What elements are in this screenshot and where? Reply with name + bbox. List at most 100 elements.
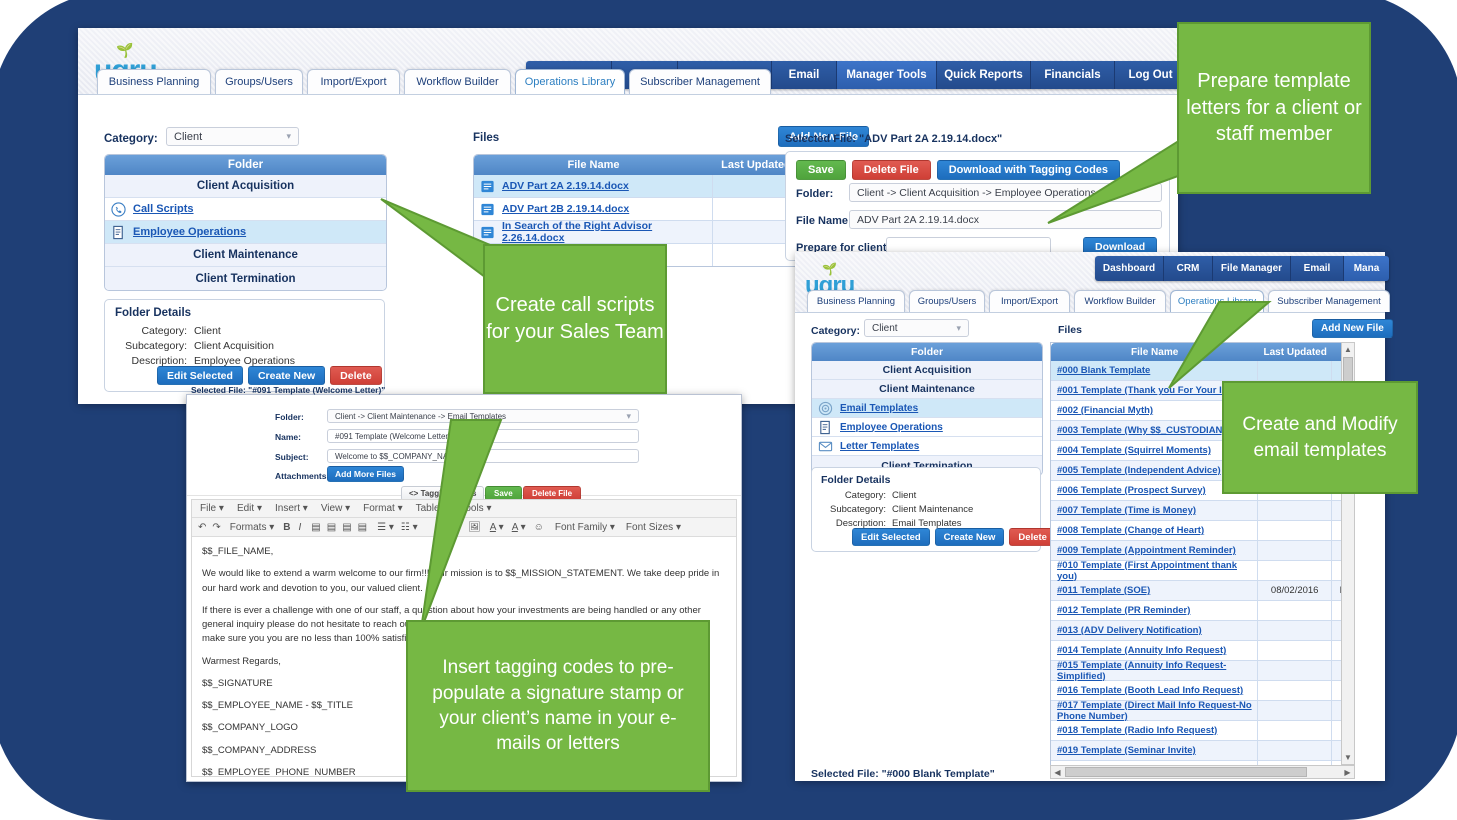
- delete-folder-button[interactable]: Delete: [1009, 528, 1056, 546]
- nav-crm[interactable]: CRM: [1164, 256, 1213, 281]
- nav-financials[interactable]: Financials: [1031, 61, 1115, 89]
- table-row[interactable]: #017 Template (Direct Mail Info Request-…: [1051, 700, 1354, 722]
- bold-button[interactable]: B: [283, 522, 290, 533]
- formats-dropdown[interactable]: Formats ▾: [230, 522, 274, 533]
- scroll-right-arrow[interactable]: ▶: [1341, 766, 1354, 778]
- file-link[interactable]: ADV Part 2B 2.19.14.docx: [502, 203, 629, 215]
- edit-selected-button[interactable]: Edit Selected: [852, 528, 930, 546]
- table-row[interactable]: #007 Template (Time is Money): [1051, 501, 1354, 521]
- scroll-thumb-h[interactable]: [1065, 767, 1307, 777]
- file-link[interactable]: ADV Part 2A 2.19.14.docx: [502, 180, 629, 192]
- table-row[interactable]: #015 Template (Annuity Info Request-Simp…: [1051, 660, 1354, 682]
- file-link[interactable]: #005 Template (Independent Advice): [1057, 465, 1221, 476]
- emoticon-icon[interactable]: ☺: [534, 522, 544, 533]
- folder-link-employee-operations[interactable]: Employee Operations: [840, 422, 943, 433]
- table-row[interactable]: #009 Template (Appointment Reminder): [1051, 541, 1354, 561]
- file-link[interactable]: #017 Template (Direct Mail Info Request-…: [1057, 700, 1257, 722]
- file-link[interactable]: #008 Template (Change of Heart): [1057, 525, 1204, 536]
- menu-view[interactable]: View ▾: [321, 503, 350, 514]
- italic-button[interactable]: I: [299, 522, 302, 533]
- folder-link-employee-operations[interactable]: Employee Operations: [133, 226, 246, 238]
- folder-link-call-scripts[interactable]: Call Scripts: [133, 203, 194, 215]
- folder-link-email-templates[interactable]: Email Templates: [840, 403, 918, 414]
- tab-import-export[interactable]: Import/Export: [989, 290, 1070, 312]
- align-justify-icon[interactable]: ▤: [358, 522, 367, 533]
- category-select[interactable]: Client: [166, 127, 299, 146]
- table-row[interactable]: #013 (ADV Delivery Notification): [1051, 621, 1354, 641]
- file-link[interactable]: #019 Template (Seminar Invite): [1057, 745, 1196, 756]
- file-link[interactable]: In Search of the Right Advisor 2.26.14.d…: [502, 220, 712, 244]
- redo-icon[interactable]: ↷: [212, 522, 220, 533]
- tab-workflow-builder[interactable]: Workflow Builder: [404, 69, 511, 94]
- table-row[interactable]: #014 Template (Annuity Info Request): [1051, 641, 1354, 661]
- save-button[interactable]: Save: [796, 160, 846, 180]
- nav-quick-reports[interactable]: Quick Reports: [937, 61, 1031, 89]
- table-row[interactable]: #012 Template (PR Reminder): [1051, 601, 1354, 621]
- file-link[interactable]: #002 (Financial Myth): [1057, 405, 1153, 416]
- add-new-file-button[interactable]: Add New File: [1312, 319, 1393, 338]
- file-link[interactable]: #016 Template (Booth Lead Info Request): [1057, 685, 1243, 696]
- align-right-icon[interactable]: ▤: [342, 522, 351, 533]
- folder-item-employee-operations[interactable]: Employee Operations: [105, 221, 386, 244]
- file-link[interactable]: #009 Template (Appointment Reminder): [1057, 545, 1236, 556]
- menu-file[interactable]: File ▾: [200, 503, 224, 514]
- align-left-icon[interactable]: ▤: [311, 522, 320, 533]
- file-link[interactable]: #013 (ADV Delivery Notification): [1057, 625, 1202, 636]
- scroll-up-arrow[interactable]: ▲: [1342, 343, 1354, 356]
- tab-subscriber-management[interactable]: Subscriber Management: [629, 69, 771, 94]
- table-row[interactable]: #016 Template (Booth Lead Info Request): [1051, 681, 1354, 701]
- folder-group-client-termination[interactable]: Client Termination: [105, 267, 386, 290]
- nav-manager-tools[interactable]: Manager Tools: [837, 61, 937, 89]
- create-new-button[interactable]: Create New: [934, 528, 1005, 546]
- tab-groups-users[interactable]: Groups/Users: [215, 69, 303, 94]
- tab-subscriber-management[interactable]: Subscriber Management: [1268, 290, 1390, 312]
- undo-icon[interactable]: ↶: [198, 522, 206, 533]
- file-link[interactable]: #012 Template (PR Reminder): [1057, 605, 1190, 616]
- folder-item-call-scripts[interactable]: Call Scripts: [105, 198, 386, 221]
- delete-file-button[interactable]: Delete File: [851, 160, 931, 180]
- tab-import-export[interactable]: Import/Export: [307, 69, 400, 94]
- window1-tab-strip[interactable]: Business Planning Groups/Users Import/Ex…: [97, 69, 775, 94]
- tab-operations-library[interactable]: Operations Library: [515, 69, 625, 94]
- menu-insert[interactable]: Insert ▾: [275, 503, 308, 514]
- menu-edit[interactable]: Edit ▾: [237, 503, 262, 514]
- folder-item-email-templates[interactable]: Email Templates: [812, 399, 1042, 418]
- align-center-icon[interactable]: ▤: [327, 522, 336, 533]
- table-row[interactable]: #010 Template (First Appointment thank y…: [1051, 560, 1354, 582]
- table-row[interactable]: #019 Template (Seminar Invite): [1051, 741, 1354, 761]
- folder-link-letter-templates[interactable]: Letter Templates: [840, 441, 919, 452]
- scroll-down-arrow[interactable]: ▼: [1342, 751, 1354, 764]
- bullet-list-icon[interactable]: ☰ ▾: [377, 522, 394, 533]
- files-horizontal-scrollbar[interactable]: ◀ ▶: [1050, 765, 1355, 779]
- folder-item-letter-templates[interactable]: Letter Templates: [812, 437, 1042, 456]
- nav-dashboard[interactable]: Dashboard: [1095, 256, 1164, 281]
- file-link[interactable]: #018 Template (Radio Info Request): [1057, 725, 1217, 736]
- font-family-dropdown[interactable]: Font Family ▾: [555, 522, 615, 533]
- tab-business-planning[interactable]: Business Planning: [807, 290, 905, 312]
- table-row[interactable]: #008 Template (Change of Heart): [1051, 521, 1354, 541]
- file-link[interactable]: #003 Template (Why $$_CUSTODIAN): [1057, 425, 1226, 436]
- menu-format[interactable]: Format ▾: [363, 503, 402, 514]
- tab-workflow-builder[interactable]: Workflow Builder: [1074, 290, 1166, 312]
- file-link[interactable]: #007 Template (Time is Money): [1057, 505, 1196, 516]
- nav-manager-tools[interactable]: Mana: [1344, 256, 1389, 281]
- create-new-button[interactable]: Create New: [247, 366, 326, 385]
- file-link[interactable]: #015 Template (Annuity Info Request-Simp…: [1057, 660, 1257, 682]
- tab-groups-users[interactable]: Groups/Users: [909, 290, 985, 312]
- category-select[interactable]: Client: [864, 319, 969, 337]
- file-link[interactable]: #000 Blank Template: [1057, 365, 1150, 376]
- folder-group-client-maintenance[interactable]: Client Maintenance: [105, 244, 386, 267]
- file-link[interactable]: #014 Template (Annuity Info Request): [1057, 645, 1226, 656]
- file-link[interactable]: #004 Template (Squirrel Moments): [1057, 445, 1211, 456]
- nav-file-manager[interactable]: File Manager: [1213, 256, 1291, 281]
- delete-folder-button[interactable]: Delete: [330, 366, 382, 385]
- window3-top-nav[interactable]: Dashboard CRM File Manager Email Mana: [1095, 256, 1389, 281]
- tab-business-planning[interactable]: Business Planning: [97, 69, 211, 94]
- edit-selected-button[interactable]: Edit Selected: [157, 366, 243, 385]
- font-sizes-dropdown[interactable]: Font Sizes ▾: [626, 522, 681, 533]
- folder-item-employee-operations[interactable]: Employee Operations: [812, 418, 1042, 437]
- folder-group-client-maintenance[interactable]: Client Maintenance: [812, 380, 1042, 399]
- file-link[interactable]: #006 Template (Prospect Survey): [1057, 485, 1206, 496]
- nav-log-out[interactable]: Log Out: [1115, 61, 1186, 89]
- add-more-files-button[interactable]: Add More Files: [327, 466, 404, 482]
